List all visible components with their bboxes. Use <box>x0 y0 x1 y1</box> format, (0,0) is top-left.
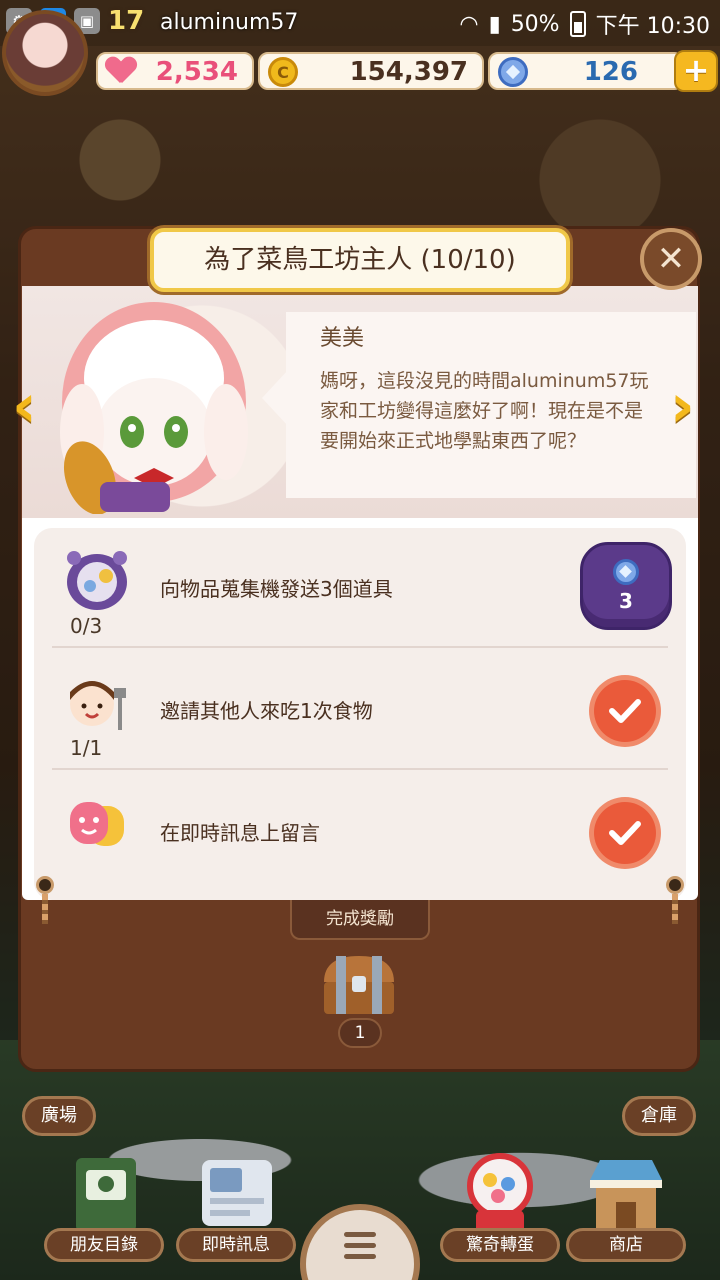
gem-icon <box>498 57 528 87</box>
gacha-machine-icon <box>467 1153 533 1234</box>
player-level: 17 <box>108 6 145 36</box>
shop-nav[interactable]: 商店 <box>566 1150 686 1280</box>
coins-amount: 154,397 <box>349 57 468 87</box>
task-row: 0/3 向物品蒐集機發送3個道具 3 <box>34 528 686 648</box>
gem-icon <box>613 559 639 585</box>
battery-icon <box>569 11 586 37</box>
menu-icon <box>344 1232 376 1280</box>
task-progress: 1/1 <box>70 736 103 760</box>
reward-amount: 3 <box>619 589 633 613</box>
divider <box>52 768 668 770</box>
character-portrait <box>60 302 248 514</box>
task-description: 向物品蒐集機發送3個道具 <box>160 577 393 601</box>
hearts-counter[interactable]: 2,534 <box>96 52 254 90</box>
plaza-button[interactable]: 廣場 <box>22 1096 96 1136</box>
rope-right <box>672 894 678 924</box>
status-indicators: ◠ ▮ 50% 下午 10:30 <box>459 8 710 40</box>
next-quest-arrow[interactable]: › <box>670 376 710 436</box>
chat-message-icon <box>70 802 124 846</box>
hook-left <box>36 876 54 894</box>
gems-amount: 126 <box>583 57 638 87</box>
chest-count-badge: 1 <box>338 1018 382 1048</box>
rope-left <box>42 894 48 924</box>
task-description: 在即時訊息上留言 <box>160 821 320 845</box>
task-description: 邀請其他人來吃1次食物 <box>160 699 373 723</box>
task-progress: 0/3 <box>70 614 103 638</box>
close-button[interactable]: ✕ <box>640 228 702 290</box>
player-name: aluminum57 <box>160 10 299 35</box>
collector-machine-icon <box>67 551 127 610</box>
clock: 下午 10:30 <box>595 14 710 39</box>
task-reward-button[interactable]: 3 <box>580 542 672 630</box>
signal-icon: ▮ <box>488 11 501 37</box>
close-icon: ✕ <box>656 239 686 279</box>
gacha-label: 驚奇轉蛋 <box>440 1228 560 1262</box>
player-avatar[interactable] <box>2 10 88 96</box>
task-row: 在即時訊息上留言 <box>34 772 686 892</box>
gems-counter[interactable]: 126 <box>488 52 684 90</box>
hook-right <box>666 876 684 894</box>
message-board-icon <box>202 1160 272 1226</box>
quest-title: 為了菜鳥工坊主人 (10/10) <box>150 228 570 292</box>
friends-nav[interactable]: 朋友目錄 <box>44 1150 164 1280</box>
task-list: 0/3 向物品蒐集機發送3個道具 3 1/1 邀請其他人來吃1次食物 在即時訊息… <box>34 528 686 900</box>
buy-gems-button[interactable]: + <box>674 50 718 92</box>
coins-counter[interactable]: C 154,397 <box>258 52 484 90</box>
invite-food-icon <box>70 681 126 730</box>
completion-reward-label: 完成獎勵 <box>290 900 430 940</box>
friends-label: 朋友目錄 <box>44 1228 164 1262</box>
completed-check-icon <box>594 802 656 864</box>
messages-nav[interactable]: 即時訊息 <box>176 1150 296 1280</box>
speech-text: 媽呀，這段沒見的時間aluminum57玩家和工坊變得這麼好了啊！現在是不是要開… <box>320 370 649 452</box>
task-row: 1/1 邀請其他人來吃1次食物 <box>34 650 686 770</box>
completed-check-icon <box>594 680 656 742</box>
friends-book-icon <box>76 1158 136 1232</box>
speech-bubble-tail <box>262 370 288 426</box>
messages-label: 即時訊息 <box>176 1228 296 1262</box>
gacha-nav[interactable]: 驚奇轉蛋 <box>440 1150 560 1280</box>
prev-quest-arrow[interactable]: ‹ <box>12 376 52 436</box>
speaker-name: 美美 <box>320 326 365 351</box>
warehouse-button[interactable]: 倉庫 <box>622 1096 696 1136</box>
battery-percent: 50% <box>510 11 560 37</box>
hearts-amount: 2,534 <box>155 57 238 87</box>
divider <box>52 646 668 648</box>
wifi-icon: ◠ <box>459 11 479 37</box>
shop-stall-icon <box>590 1160 662 1232</box>
heart-icon <box>106 57 136 87</box>
treasure-chest-icon[interactable] <box>318 952 400 1018</box>
coin-icon: C <box>268 57 298 87</box>
shop-label: 商店 <box>566 1228 686 1262</box>
